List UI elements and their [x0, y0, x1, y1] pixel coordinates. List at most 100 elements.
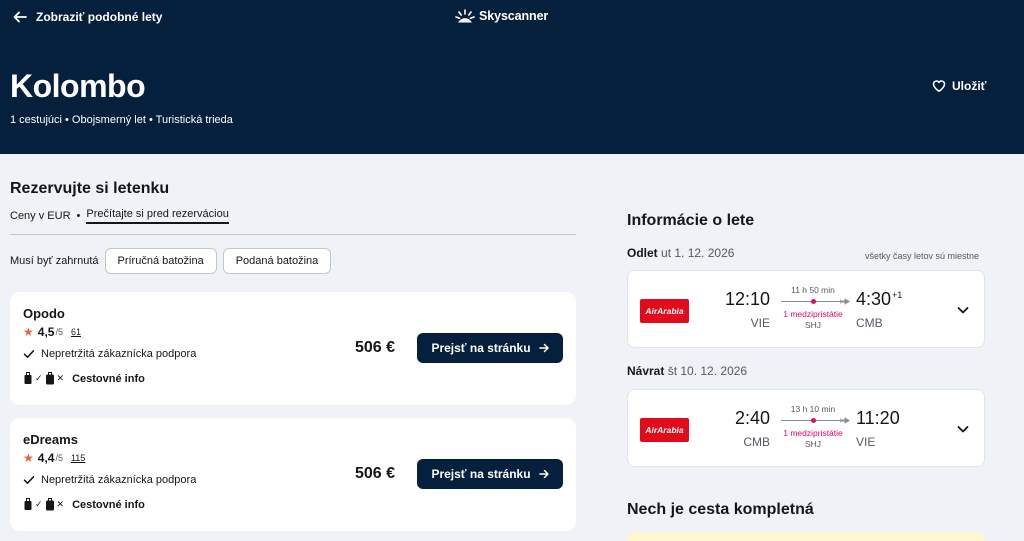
- reviews-count-link[interactable]: 115: [71, 453, 85, 463]
- fare-info-link[interactable]: Cestovné info: [72, 373, 145, 385]
- support-text: Nepretržitá zákaznícka podpora: [41, 474, 197, 486]
- arrow-right-icon: [538, 343, 549, 353]
- stop-dot: [811, 299, 816, 304]
- flight-route: 13 h 10 min 1 medzipristátie SHJ: [773, 404, 853, 449]
- star-icon: ★: [23, 451, 34, 465]
- baggage-info: ✓ ✕ Cestovné info: [23, 498, 145, 511]
- local-times-note: všetky časy letov sú miestne: [865, 251, 980, 261]
- flight-info-title: Informácie o lete: [627, 212, 755, 229]
- cabin-bag-icon: [24, 372, 32, 384]
- baggage-filters: Musí byť zahrnutá Príručná batožina Poda…: [10, 248, 332, 274]
- rating-scale: /5: [55, 327, 63, 337]
- rating-value: 4,4: [37, 451, 55, 465]
- currency-note: Ceny v EUR: [10, 210, 71, 222]
- rating-value: 4,5: [37, 325, 55, 339]
- checkmark-icon: [23, 350, 35, 358]
- go-to-site-label: Prejsť na stránku: [431, 467, 531, 481]
- page-title: Kolombo: [10, 68, 146, 104]
- stops-count: 1 medzipristátie: [783, 428, 843, 438]
- support-feature: Nepretržitá zákaznícka podpora: [23, 348, 196, 360]
- booking-subline: Ceny v EUR • Prečítajte si pred rezervác…: [10, 208, 229, 224]
- plane-icon: [840, 298, 851, 305]
- arrival-airport: CMB: [856, 316, 883, 330]
- included-check-icon: ✓: [35, 499, 43, 509]
- leg-label: Návrat: [627, 364, 665, 378]
- checked-bag-icon: [45, 372, 54, 385]
- cabin-bag-icon: [24, 498, 32, 510]
- chevron-down-icon[interactable]: [956, 303, 970, 317]
- departure-airport: CMB: [743, 435, 770, 449]
- provider-name: Opodo: [23, 306, 65, 321]
- layover-airport: SHJ: [804, 320, 822, 330]
- provider-rating: ★ 4,4 /5 115: [23, 451, 85, 465]
- go-to-site-label: Prejsť na stránku: [431, 341, 531, 355]
- checkmark-icon: [23, 476, 35, 484]
- filter-cabin-bag[interactable]: Príručná batožina: [104, 248, 217, 274]
- go-to-site-button[interactable]: Prejsť na stránku: [417, 333, 563, 363]
- read-before-booking-link[interactable]: Prečítajte si pred rezerváciou: [86, 208, 229, 224]
- leg-label: Odlet: [627, 246, 658, 260]
- outbound-flight-card[interactable]: AirArabia 12:10 VIE 11 h 50 min 1 medzip…: [627, 270, 985, 348]
- rating-scale: /5: [55, 453, 63, 463]
- arrow-right-icon: [538, 469, 549, 479]
- departure-time: 2:40: [734, 408, 770, 428]
- save-button[interactable]: Uložiť: [932, 79, 986, 93]
- plane-icon: [840, 417, 851, 424]
- airline-logo: AirArabia: [640, 418, 689, 442]
- filter-checked-bag[interactable]: Podaná batožina: [222, 248, 332, 274]
- booking-title: Rezervujte si letenku: [10, 180, 170, 197]
- arrow-left-icon: [13, 11, 27, 23]
- header: Zobraziť podobné lety Skyscanner Kolombo…: [0, 0, 1024, 154]
- price: 506 €: [355, 465, 396, 482]
- route-line: [781, 415, 851, 427]
- arrival-airport: VIE: [856, 435, 876, 449]
- flight-route: 11 h 50 min 1 medzipristátie SHJ: [773, 285, 853, 330]
- provider-name: eDreams: [23, 432, 78, 447]
- stops-count: 1 medzipristátie: [783, 309, 843, 319]
- star-icon: ★: [23, 325, 34, 339]
- arrival-time: 11:20: [856, 408, 900, 428]
- flight-duration: 11 h 50 min: [791, 285, 835, 295]
- baggage-icons: ✓ ✕: [23, 372, 64, 385]
- outbound-heading: Odlet ut 1. 12. 2026: [627, 246, 734, 260]
- provider-card-opodo: Opodo ★ 4,5 /5 61 Nepretržitá zákaznícka…: [10, 292, 576, 405]
- fare-info-link[interactable]: Cestovné info: [72, 499, 145, 511]
- airline-logo: AirArabia: [640, 299, 689, 323]
- return-heading: Návrat št 10. 12. 2026: [627, 364, 747, 378]
- save-label: Uložiť: [952, 79, 987, 93]
- divider: [10, 234, 576, 235]
- route-line: [781, 296, 851, 308]
- not-included-x-icon: ✕: [56, 499, 65, 509]
- stop-dot: [811, 418, 816, 423]
- provider-rating: ★ 4,5 /5 61: [23, 325, 81, 339]
- arrival-time: 4:30+1: [856, 289, 903, 309]
- price: 506 €: [355, 339, 396, 356]
- leg-date: ut 1. 12. 2026: [661, 246, 735, 260]
- provider-card-edreams: eDreams ★ 4,4 /5 115 Nepretržitá zákazní…: [10, 418, 576, 531]
- baggage-icons: ✓ ✕: [23, 498, 64, 511]
- reviews-count-link[interactable]: 61: [71, 327, 81, 337]
- back-label: Zobraziť podobné lety: [36, 10, 163, 24]
- not-included-x-icon: ✕: [56, 373, 65, 383]
- checked-bag-icon: [45, 498, 54, 511]
- leg-date: št 10. 12. 2026: [667, 364, 748, 378]
- flight-duration: 13 h 10 min: [790, 404, 836, 414]
- complete-trip-title: Nech je cesta kompletná: [627, 501, 814, 518]
- support-text: Nepretržitá zákaznícka podpora: [41, 348, 197, 360]
- go-to-site-button[interactable]: Prejsť na stránku: [417, 459, 563, 489]
- layover-airport: SHJ: [804, 439, 822, 449]
- included-check-icon: ✓: [35, 373, 43, 383]
- chevron-down-icon[interactable]: [956, 422, 970, 436]
- back-to-similar-flights-link[interactable]: Zobraziť podobné lety: [12, 9, 162, 25]
- departure-time: 12:10: [724, 289, 770, 309]
- return-flight-card[interactable]: AirArabia 2:40 CMB 13 h 10 min 1 medzipr…: [627, 389, 985, 467]
- trip-summary: 1 cestujúci • Obojsmerný let • Turistick…: [10, 114, 233, 126]
- skyscanner-logo[interactable]: Skyscanner: [455, 9, 548, 23]
- promo-panel: [627, 532, 985, 541]
- heart-icon: [932, 80, 946, 92]
- brand-name: Skyscanner: [479, 9, 549, 23]
- filter-label: Musí byť zahrnutá: [10, 255, 99, 267]
- support-feature: Nepretržitá zákaznícka podpora: [23, 474, 196, 486]
- day-offset: +1: [892, 290, 903, 300]
- separator-dot: •: [76, 210, 81, 222]
